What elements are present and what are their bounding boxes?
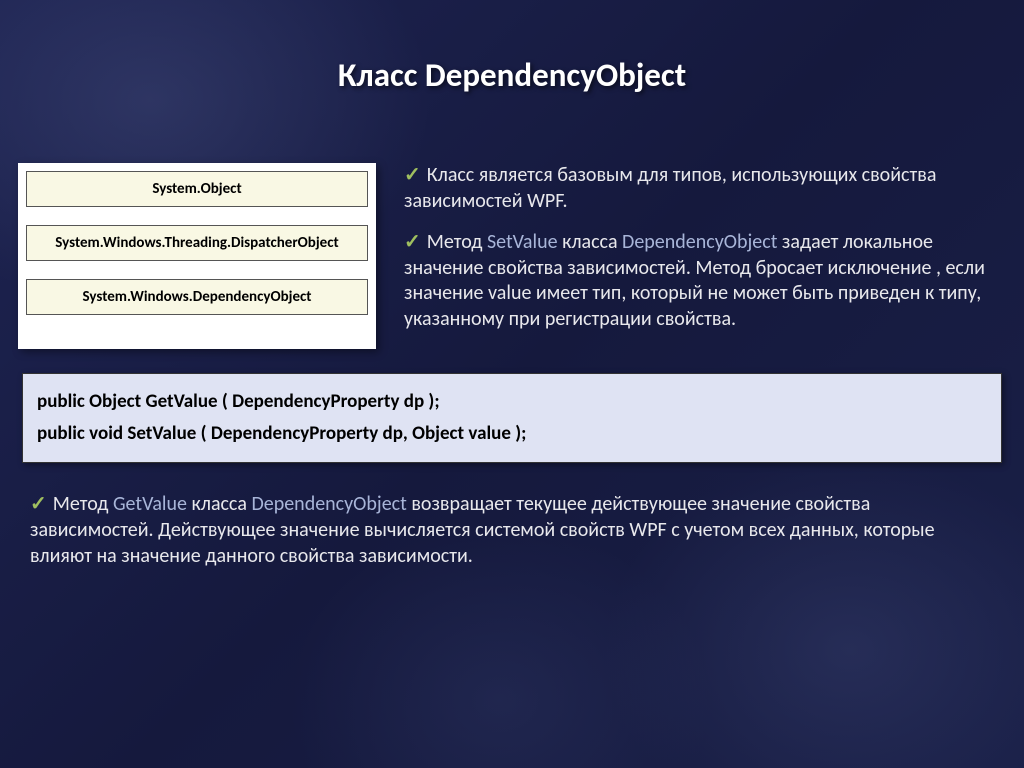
b2-method: SetValue xyxy=(487,230,558,254)
bottom-bullet: ✓Метод GetValue класса DependencyObject … xyxy=(30,491,994,569)
bottom-method: GetValue xyxy=(113,492,187,516)
code-line-1: public Object GetValue ( DependencyPrope… xyxy=(37,386,987,418)
code-line-2: public void SetValue ( DependencyPropert… xyxy=(37,418,987,450)
bullet-1-text: Класс является базовым для типов, исполь… xyxy=(404,163,936,213)
bottom-class: DependencyObject xyxy=(251,492,406,516)
check-icon: ✓ xyxy=(404,230,421,254)
b2-mid: класса xyxy=(558,230,623,254)
diagram-box-1: System.Object xyxy=(26,171,368,207)
b2-class: DependencyObject xyxy=(622,230,777,254)
check-icon: ✓ xyxy=(404,163,421,187)
code-signatures: public Object GetValue ( DependencyPrope… xyxy=(22,373,1002,464)
bottom-mid: класса xyxy=(187,492,252,516)
slide-title: Класс DependencyObject xyxy=(0,0,1024,95)
b2-pre: Метод xyxy=(427,230,487,254)
check-icon: ✓ xyxy=(30,492,47,516)
bullet-1: ✓Класс является базовым для типов, испол… xyxy=(404,163,996,214)
diagram-box-2: System.Windows.Threading.DispatcherObjec… xyxy=(26,225,368,261)
diagram-box-3: System.Windows.DependencyObject xyxy=(26,279,368,315)
bottom-pre: Метод xyxy=(53,492,113,516)
class-hierarchy-diagram: System.Object System.Windows.Threading.D… xyxy=(18,163,376,349)
bullet-2: ✓Метод SetValue класса DependencyObject … xyxy=(404,230,996,332)
content-row: System.Object System.Windows.Threading.D… xyxy=(0,163,1024,349)
description-text: ✓Класс является базовым для типов, испол… xyxy=(376,163,1006,349)
